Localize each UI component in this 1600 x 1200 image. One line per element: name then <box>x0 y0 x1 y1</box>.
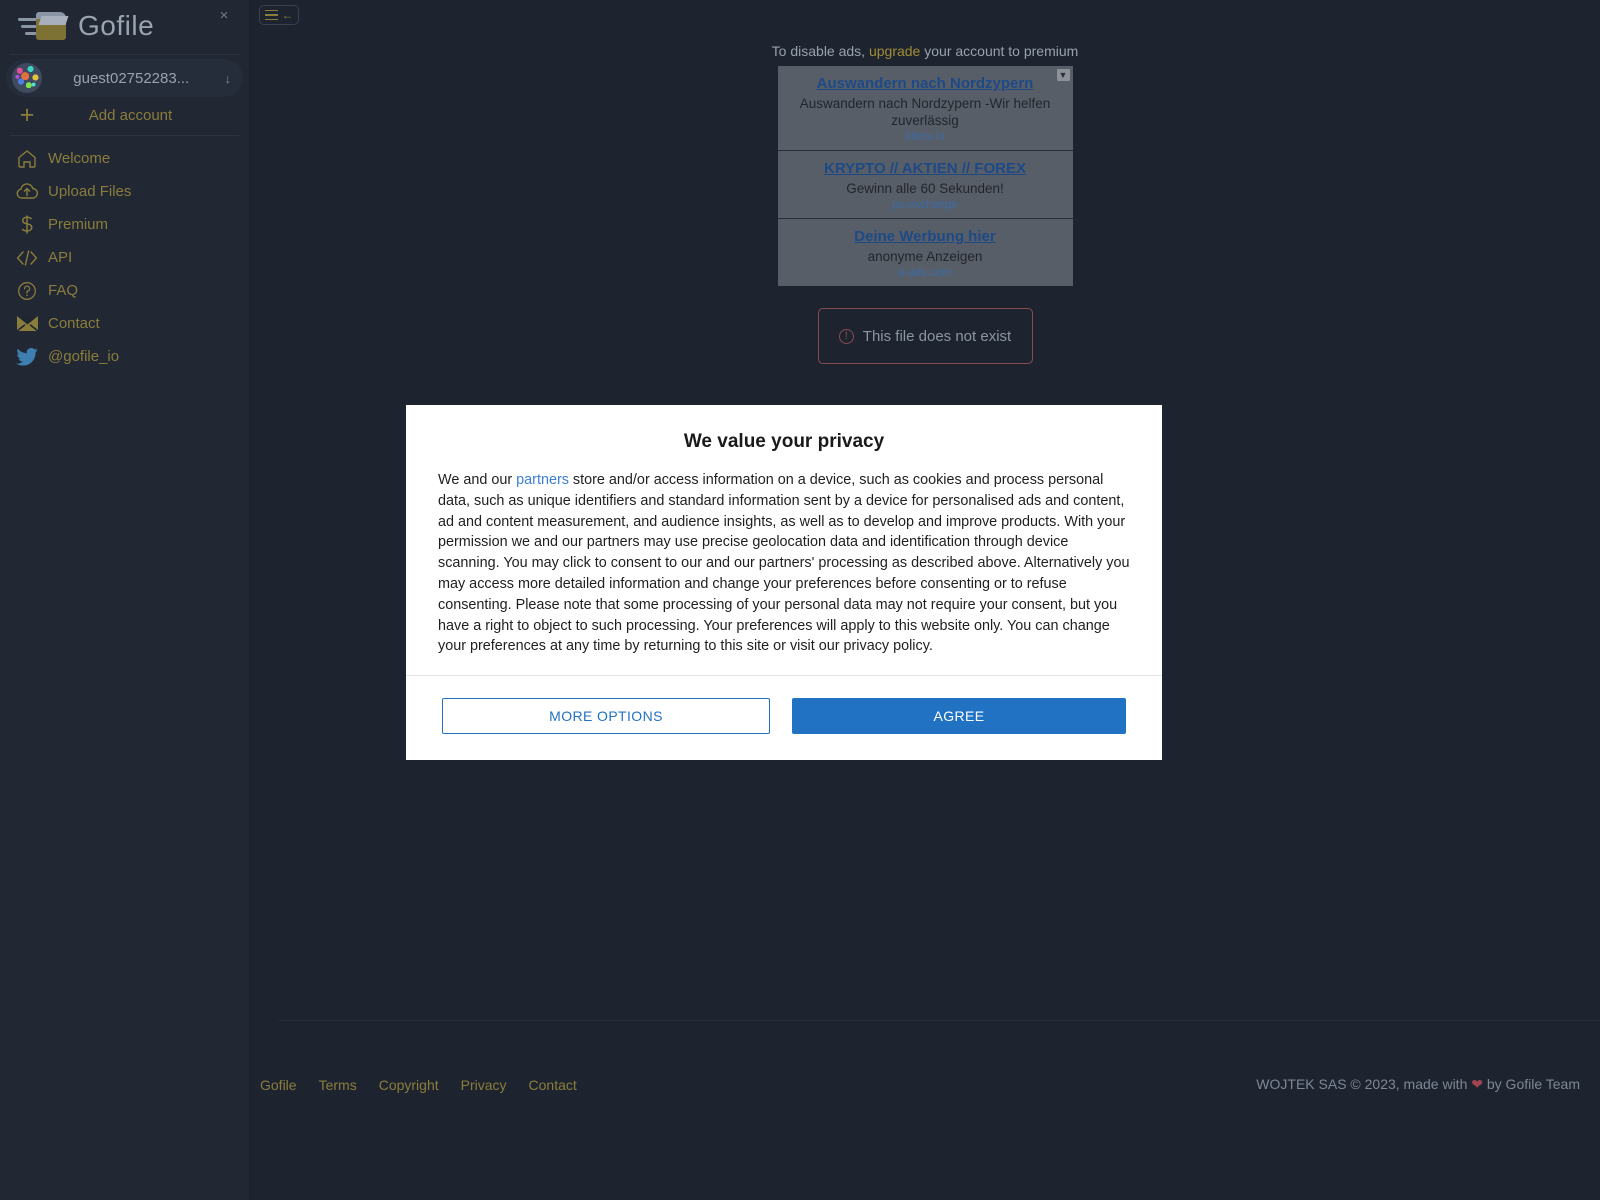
ad-description: Auswandern nach Nordzypern -Wir helfen z… <box>799 96 1051 128</box>
modal-text-part2: store and/or access information on a dev… <box>438 472 1130 655</box>
sidebar-item-label: Upload Files <box>48 183 132 200</box>
upload-icon <box>6 182 48 201</box>
sidebar-item-label: Contact <box>48 315 100 332</box>
brand-title: Gofile <box>78 10 155 41</box>
sidebar-header: Gofile × <box>0 0 249 52</box>
ad-item[interactable]: Auswandern nach Nordzypern Auswandern na… <box>778 66 1073 150</box>
sidebar-toggle-button[interactable]: ← <box>259 5 299 25</box>
copyright-before: WOJTEK SAS © 2023, made with <box>1256 1076 1472 1092</box>
sidebar-item-label: Welcome <box>48 150 111 167</box>
ad-description: anonyme Anzeigen <box>867 249 983 264</box>
code-icon <box>6 249 48 267</box>
envelope-icon <box>6 315 48 332</box>
footer-link-contact[interactable]: Contact <box>529 1077 577 1093</box>
topbar: ← <box>250 0 1600 30</box>
partners-link[interactable]: partners <box>516 472 569 488</box>
agree-button[interactable]: AGREE <box>792 698 1126 735</box>
question-icon <box>6 281 48 301</box>
plus-icon: + <box>19 100 35 129</box>
ads-note-prefix: To disable ads, <box>771 43 869 59</box>
dollar-icon <box>6 214 48 235</box>
sidebar-item-label: FAQ <box>48 282 79 299</box>
gofile-logo-icon <box>18 9 69 43</box>
upgrade-link[interactable]: upgrade <box>869 43 920 59</box>
ad-container: ▼ Auswandern nach Nordzypern Auswandern … <box>777 66 1073 286</box>
arrow-left-icon: ← <box>281 8 294 22</box>
modal-description: We and our partners store and/or access … <box>438 470 1130 657</box>
ads-section: To disable ads, upgrade your account to … <box>250 43 1600 286</box>
disable-ads-note: To disable ads, upgrade your account to … <box>250 43 1600 59</box>
file-error-message: This file does not exist <box>862 327 1012 345</box>
sidebar-item-contact[interactable]: Contact <box>0 307 249 340</box>
ad-title[interactable]: KRYPTO // AKTIEN // FOREX <box>786 160 1065 177</box>
ad-url: a-ads.com <box>898 267 952 279</box>
home-icon <box>6 149 48 168</box>
modal-text-part1: We and our <box>438 472 517 488</box>
modal-title: We value your privacy <box>683 431 885 452</box>
sidebar-item-label: API <box>48 249 73 266</box>
alert-circle-icon: ! <box>838 328 854 344</box>
ad-title[interactable]: Auswandern nach Nordzypern <box>786 75 1065 92</box>
footer-links: Gofile Terms Copyright Privacy Contact <box>260 1077 577 1093</box>
close-icon[interactable]: × <box>215 6 233 24</box>
avatar <box>12 63 42 93</box>
ads-note-suffix: your account to premium <box>920 43 1079 59</box>
app-root: Gofile × guest02752283... ↓ + Add accoun… <box>0 0 1600 1200</box>
footer: Gofile Terms Copyright Privacy Contact W… <box>250 1020 1600 1200</box>
sidebar-item-label: Premium <box>48 216 109 233</box>
sidebar-nav: Welcome Upload Files Premium API FAQ Con… <box>0 142 249 373</box>
ad-item[interactable]: Deine Werbung hier anonyme Anzeigen a-ad… <box>777 218 1073 286</box>
footer-link-copyright[interactable]: Copyright <box>379 1077 439 1093</box>
add-account-label: Add account <box>88 106 173 124</box>
add-account-button[interactable]: + Add account <box>0 97 249 133</box>
sidebar: Gofile × guest02752283... ↓ + Add accoun… <box>0 0 250 1200</box>
ad-description: Gewinn alle 60 Sekunden! <box>846 181 1004 196</box>
heart-icon: ❤ <box>1471 1076 1483 1092</box>
ad-title[interactable]: Deine Werbung hier <box>786 228 1065 245</box>
copyright-after: by Gofile Team <box>1482 1076 1580 1092</box>
modal-footer: MORE OPTIONS AGREE <box>406 675 1162 760</box>
sidebar-item-api[interactable]: API <box>0 241 249 274</box>
ad-item[interactable]: KRYPTO // AKTIEN // FOREX Gewinn alle 60… <box>777 150 1073 218</box>
chevron-down-icon: ↓ <box>224 70 232 86</box>
sidebar-item-label: @gofile_io <box>48 348 120 365</box>
modal-body: We value your privacy We and our partner… <box>406 405 1162 675</box>
sidebar-divider-top <box>10 54 239 55</box>
footer-link-terms[interactable]: Terms <box>319 1077 357 1093</box>
adchoices-icon[interactable]: ▼ <box>1056 69 1070 81</box>
ad-url: kibris.io <box>905 131 945 143</box>
footer-copyright: WOJTEK SAS © 2023, made with ❤ by Gofile… <box>1256 1076 1580 1093</box>
twitter-icon <box>6 347 48 366</box>
sidebar-item-premium[interactable]: Premium <box>0 208 249 241</box>
privacy-consent-modal: We value your privacy We and our partner… <box>406 405 1162 761</box>
sidebar-divider-mid <box>10 135 239 136</box>
sidebar-item-welcome[interactable]: Welcome <box>0 142 249 175</box>
sidebar-item-faq[interactable]: FAQ <box>0 274 249 307</box>
account-selector[interactable]: guest02752283... ↓ <box>6 59 243 97</box>
footer-link-gofile[interactable]: Gofile <box>260 1077 297 1093</box>
sidebar-item-twitter[interactable]: @gofile_io <box>0 340 249 373</box>
account-name: guest02752283... <box>73 69 190 87</box>
hamburger-icon <box>264 9 278 21</box>
more-options-button[interactable]: MORE OPTIONS <box>442 698 770 735</box>
footer-link-privacy[interactable]: Privacy <box>461 1077 507 1093</box>
ad-url: po.exchange <box>892 199 958 211</box>
file-error-banner: ! This file does not exist <box>817 308 1033 364</box>
sidebar-item-upload-files[interactable]: Upload Files <box>0 175 249 208</box>
